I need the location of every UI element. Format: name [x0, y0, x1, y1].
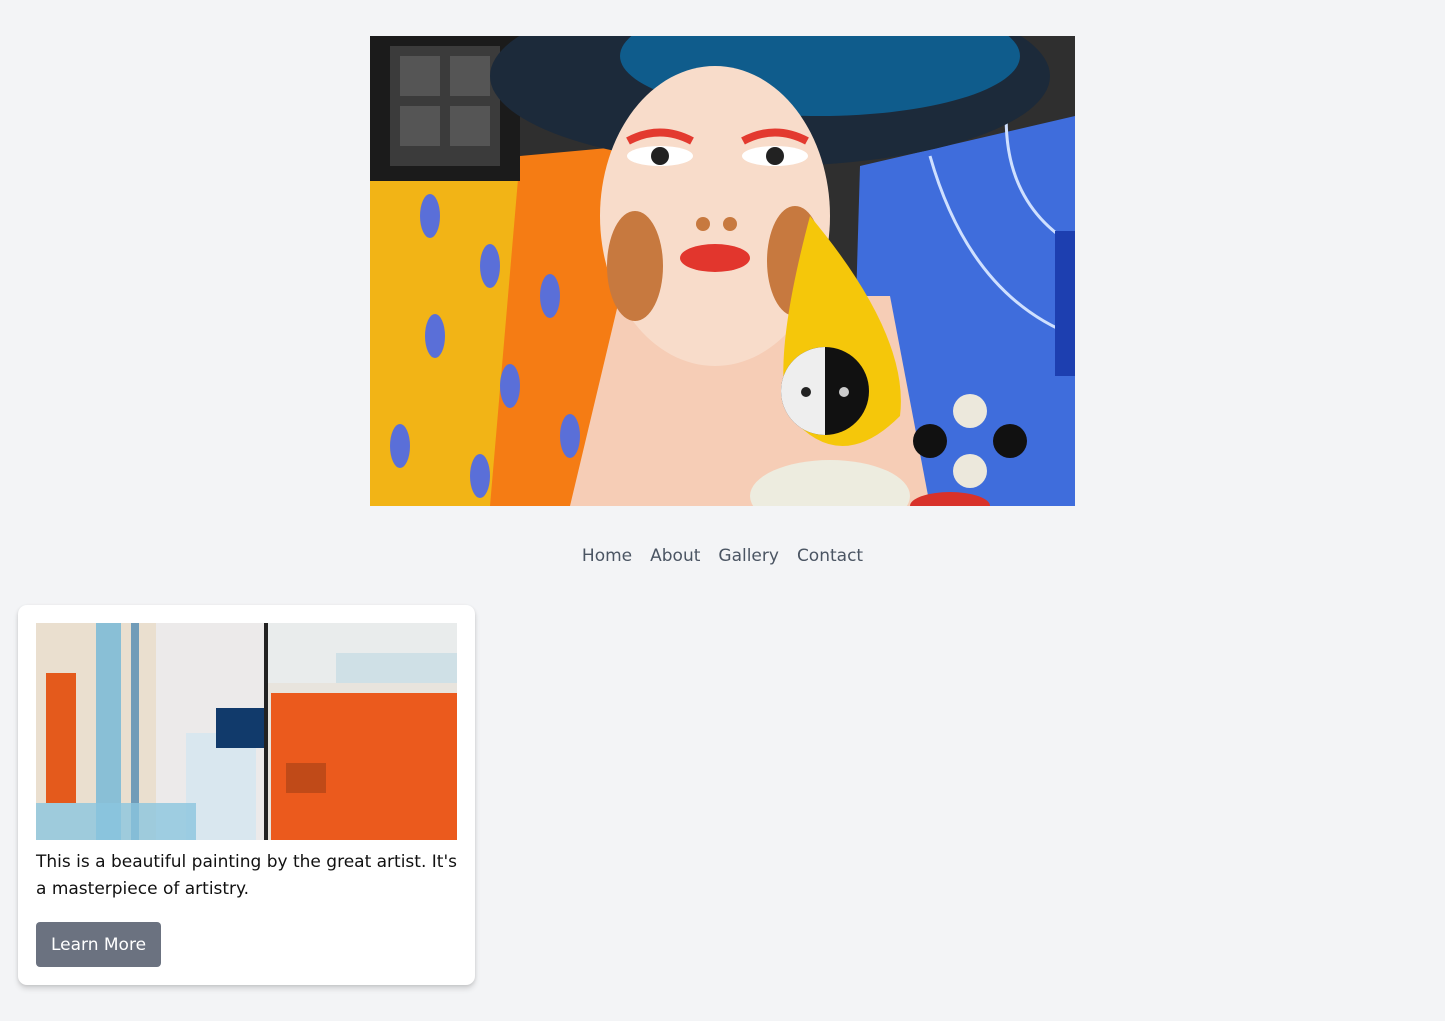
nav-link-gallery[interactable]: Gallery	[718, 544, 779, 568]
abstract-painting	[36, 623, 457, 840]
portrait-painting	[370, 36, 1075, 506]
nav-link-contact[interactable]: Contact	[797, 544, 863, 568]
card-description: This is a beautiful painting by the grea…	[36, 852, 457, 899]
hero-image	[370, 36, 1075, 506]
learn-more-button[interactable]: Learn More	[36, 922, 161, 967]
main-nav: Home About Gallery Contact	[0, 543, 1445, 569]
artwork-card: This is a beautiful painting by the grea…	[18, 605, 475, 985]
nav-link-about[interactable]: About	[650, 544, 700, 568]
nav-link-home[interactable]: Home	[582, 544, 632, 568]
card-image	[36, 623, 457, 840]
